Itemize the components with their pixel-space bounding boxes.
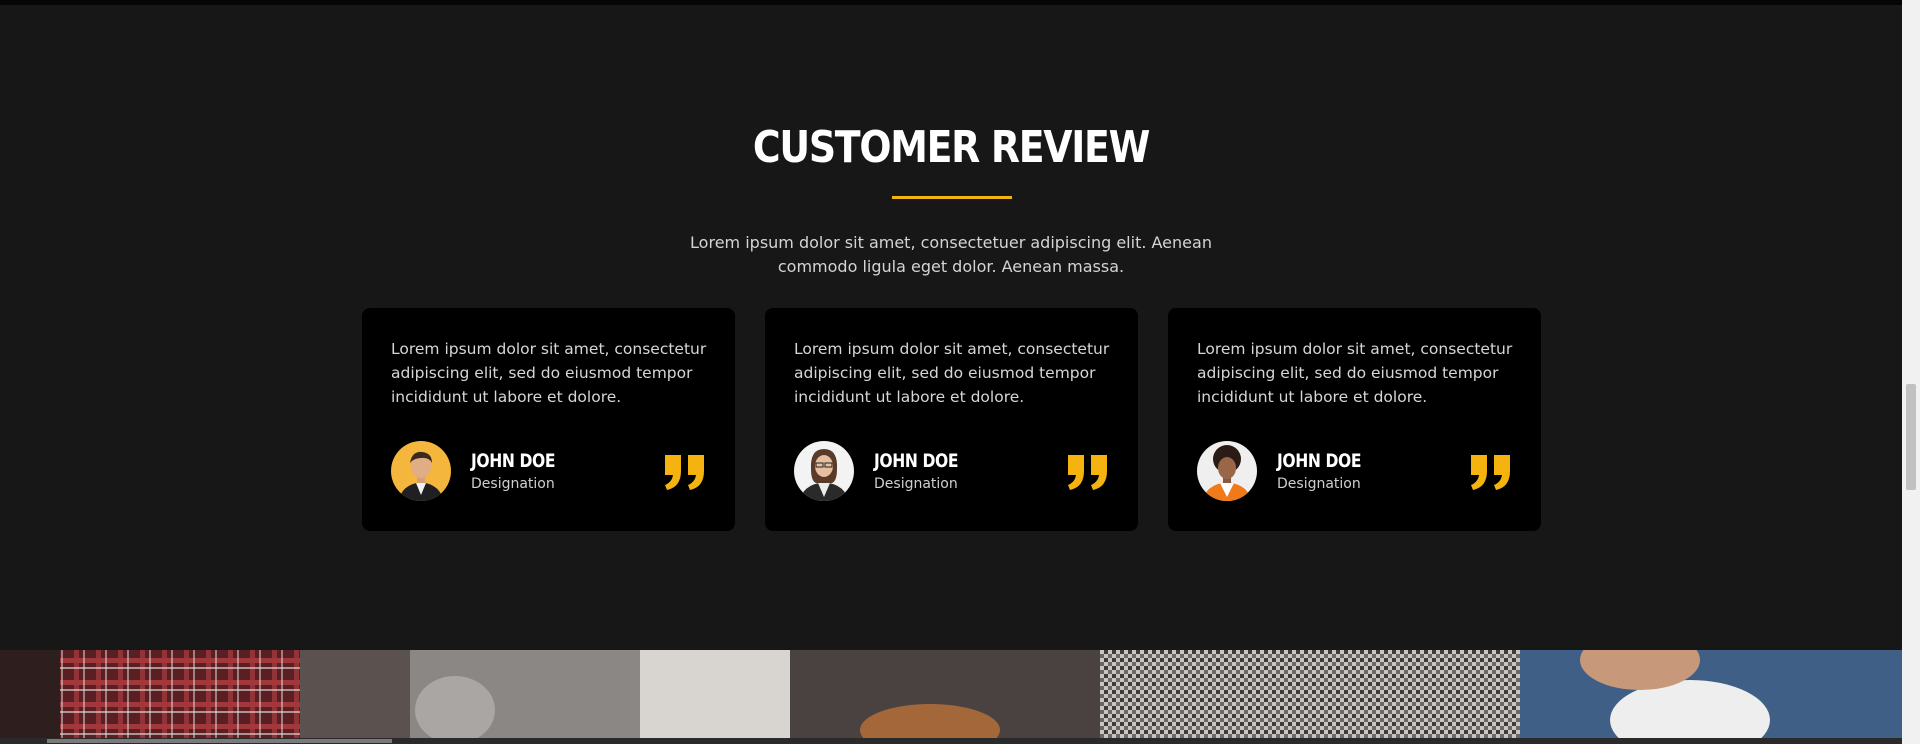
reviewer-designation: Designation — [1277, 476, 1361, 492]
woman-with-glasses-avatar — [794, 441, 854, 501]
quote-icon — [1068, 455, 1107, 490]
woman-in-orange-avatar — [1197, 441, 1257, 501]
people-dining-photo — [0, 650, 1902, 744]
section-title: CUSTOMER REVIEW — [752, 122, 1150, 173]
reviewer-designation: Designation — [874, 476, 958, 492]
reviewer-name: JOHN DOE — [471, 450, 556, 472]
quote-icon — [1471, 455, 1510, 490]
review-text: Lorem ipsum dolor sit amet, consectetur … — [1197, 340, 1513, 406]
vertical-scrollbar[interactable] — [1902, 0, 1920, 744]
man-in-suit-avatar — [391, 441, 451, 501]
horizontal-scroll-thumb[interactable] — [47, 739, 392, 743]
review-card: Lorem ipsum dolor sit amet, consectetur … — [1168, 308, 1541, 531]
reviewer-name: JOHN DOE — [874, 450, 959, 472]
title-underline — [892, 196, 1012, 199]
quote-icon — [665, 455, 704, 490]
section-subtitle: Lorem ipsum dolor sit amet, consectetuer… — [690, 233, 1212, 276]
review-card: Lorem ipsum dolor sit amet, consectetur … — [362, 308, 735, 531]
reviewer-designation: Designation — [471, 476, 555, 492]
review-text: Lorem ipsum dolor sit amet, consectetur … — [794, 340, 1110, 406]
vertical-scroll-thumb[interactable] — [1906, 384, 1916, 490]
review-text: Lorem ipsum dolor sit amet, consectetur … — [391, 340, 707, 406]
reviewer-name: JOHN DOE — [1277, 450, 1362, 472]
review-card: Lorem ipsum dolor sit amet, consectetur … — [765, 308, 1138, 531]
